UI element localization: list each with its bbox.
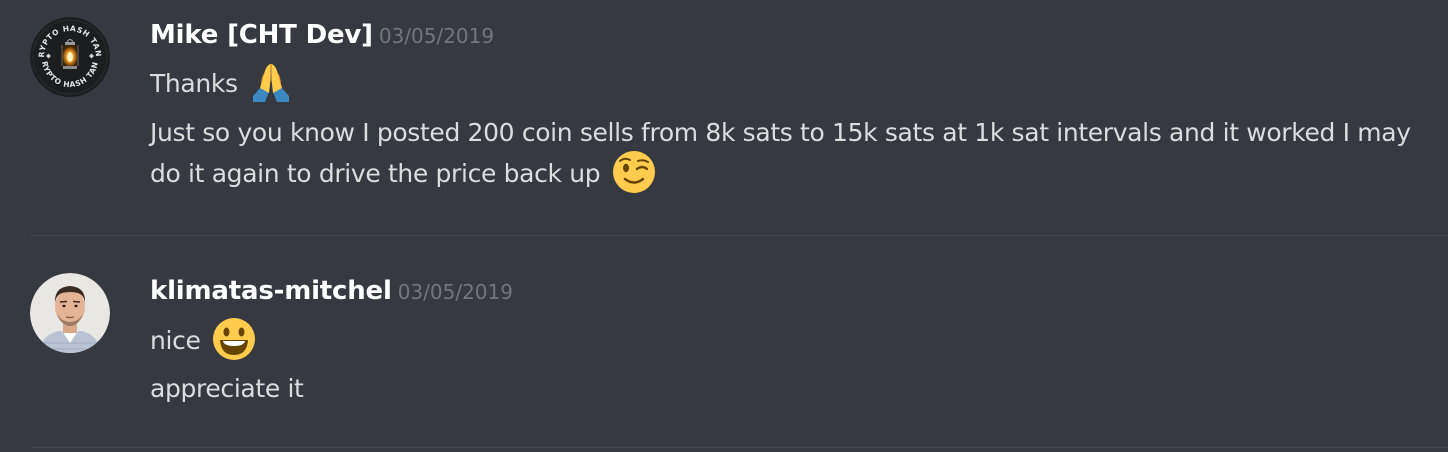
avatar-mike[interactable]: CRYPTO HASH TANK CRYPTO HASH TANK [30, 17, 110, 97]
timestamp: 03/05/2019 [378, 24, 495, 48]
username[interactable]: klimatas-mitchel [150, 276, 392, 306]
smiling-face-emoji[interactable] [212, 317, 256, 361]
crypto-hash-tank-logo-icon: CRYPTO HASH TANK CRYPTO HASH TANK [30, 17, 110, 97]
message-group-klimatas: klimatas-mitchel 03/05/2019 nice apprecia… [0, 236, 1448, 447]
username[interactable]: Mike [CHT Dev] [150, 20, 373, 50]
message-text: appreciate it [150, 374, 304, 403]
message-header: Mike [CHT Dev] 03/05/2019 [150, 20, 494, 50]
message-text: Just so you know I posted 200 coin sells… [150, 118, 1411, 188]
message-text: Thanks [150, 69, 238, 98]
message-text: nice [150, 326, 201, 355]
user-photo-icon [30, 273, 110, 353]
avatar-klimatas[interactable] [30, 273, 110, 353]
message-line: Thanks [150, 63, 1430, 107]
folded-hands-emoji[interactable] [249, 60, 293, 104]
message-line: appreciate it [150, 368, 1430, 409]
winking-face-emoji[interactable] [612, 150, 656, 194]
timestamp: 03/05/2019 [397, 280, 513, 304]
message-line: nice [150, 317, 1430, 364]
message-line: Just so you know I posted 200 coin sells… [150, 112, 1430, 197]
message-divider [30, 447, 1448, 448]
message-header: klimatas-mitchel 03/05/2019 [150, 276, 513, 306]
message-group-mike: CRYPTO HASH TANK CRYPTO HASH TANK Mike [… [0, 0, 1448, 236]
